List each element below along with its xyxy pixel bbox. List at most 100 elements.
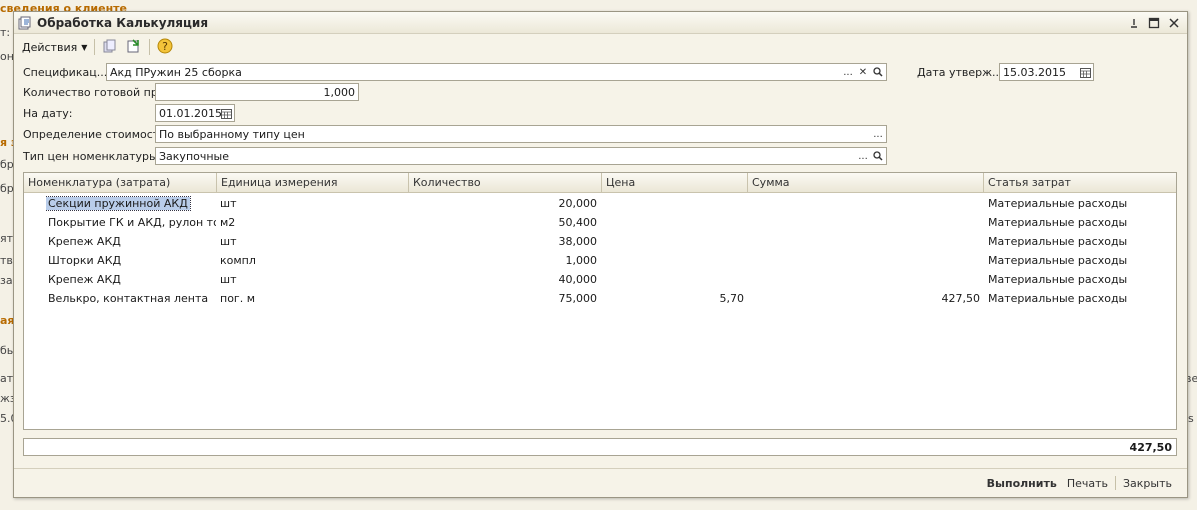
- row-unit: пог. м: [220, 289, 405, 308]
- print-button[interactable]: Печать: [1062, 477, 1113, 490]
- bg-fragment: бр: [0, 158, 14, 171]
- row-quantity: 50,400: [409, 213, 597, 232]
- quantity-field[interactable]: 1,000: [155, 83, 359, 101]
- copy-document-button[interactable]: [98, 37, 122, 57]
- row-item-name: Велькро, контактная лента: [48, 289, 216, 308]
- calendar-icon[interactable]: [1077, 64, 1093, 80]
- table-row[interactable]: Крепеж АКД шт 40,000 Материальные расход…: [24, 270, 1176, 289]
- row-unit: шт: [220, 270, 405, 289]
- row-price: [602, 194, 744, 213]
- row-quantity: 38,000: [409, 232, 597, 251]
- copy-document-icon: [102, 38, 118, 57]
- bg-fragment: ат: [0, 372, 13, 385]
- row-item-name: Шторки АКД: [48, 251, 216, 270]
- search-icon[interactable]: [870, 64, 886, 80]
- table-row[interactable]: Крепеж АКД шт 38,000 Материальные расход…: [24, 232, 1176, 251]
- toolbar: Действия ▼ ?: [18, 36, 1183, 58]
- pin-icon[interactable]: [1125, 14, 1143, 32]
- title-bar[interactable]: Обработка Калькуляция: [14, 12, 1187, 34]
- table-row[interactable]: Секции пружинной АКД шт 20,000 Материаль…: [24, 194, 1176, 213]
- specification-label: Спецификац...: [23, 66, 107, 79]
- row-item-name: Крепеж АКД: [48, 232, 216, 251]
- price-type-field[interactable]: Закупочные: [155, 147, 887, 165]
- svg-text:?: ?: [162, 40, 168, 53]
- toolbar-separator: [149, 39, 150, 55]
- bg-fragment: бь: [0, 344, 13, 357]
- cost-definition-label: Определение стоимости:: [23, 128, 170, 141]
- actions-label: Действия: [22, 41, 77, 54]
- window-title: Обработка Калькуляция: [37, 16, 208, 30]
- quantity-label: Количество готовой пр...: [23, 86, 168, 99]
- toolbar-separator: [94, 39, 95, 55]
- row-unit: м2: [220, 213, 405, 232]
- row-price: [602, 213, 744, 232]
- row-item-name[interactable]: Секции пружинной АКД: [46, 197, 190, 210]
- row-quantity: 1,000: [409, 251, 597, 270]
- close-icon[interactable]: [1165, 14, 1183, 32]
- maximize-icon[interactable]: [1145, 14, 1163, 32]
- bg-fragment: он: [0, 50, 14, 63]
- row-item-name: Крепеж АКД: [48, 270, 216, 289]
- bg-fragment-right: s: [1188, 412, 1197, 425]
- row-sum: [748, 213, 980, 232]
- row-sum: 427,50: [748, 289, 980, 308]
- clear-icon[interactable]: ✕: [855, 64, 871, 80]
- search-icon[interactable]: [870, 148, 886, 164]
- column-header-item[interactable]: Номенклатура (затрата): [24, 173, 217, 193]
- row-article: Материальные расходы: [988, 194, 1176, 213]
- column-header-sum[interactable]: Сумма: [748, 173, 984, 193]
- row-article: Материальные расходы: [988, 289, 1176, 308]
- footer-separator: [1115, 476, 1116, 490]
- row-sum: [748, 194, 980, 213]
- bg-fragment: т:: [0, 26, 10, 39]
- specification-field[interactable]: Акд ПРужин 25 сборка: [106, 63, 887, 81]
- column-header-unit[interactable]: Единица измерения: [217, 173, 409, 193]
- row-quantity: 40,000: [409, 270, 597, 289]
- execute-button[interactable]: Выполнить: [982, 477, 1062, 490]
- calculation-window: Обработка Калькуляция Действия ▼ ? Специ…: [13, 11, 1188, 498]
- row-sum: [748, 232, 980, 251]
- form-icon: [18, 16, 32, 30]
- help-button[interactable]: ?: [153, 37, 177, 57]
- ellipsis-icon[interactable]: ...: [840, 64, 856, 80]
- chevron-down-icon: ▼: [81, 43, 87, 52]
- bg-fragment: за: [0, 274, 13, 287]
- row-quantity: 75,000: [409, 289, 597, 308]
- row-price: [602, 251, 744, 270]
- row-article: Материальные расходы: [988, 213, 1176, 232]
- footer-bar: Выполнить Печать Закрыть: [14, 468, 1187, 497]
- table-header: Номенклатура (затрата) Единица измерения…: [24, 173, 1176, 193]
- approval-date-label: Дата утверж...: [917, 66, 1003, 79]
- row-sum: [748, 270, 980, 289]
- cost-definition-field[interactable]: По выбранному типу цен: [155, 125, 887, 143]
- export-button[interactable]: [122, 37, 146, 57]
- row-sum: [748, 251, 980, 270]
- column-header-quantity[interactable]: Количество: [409, 173, 602, 193]
- row-unit: компл: [220, 251, 405, 270]
- row-unit: шт: [220, 194, 405, 213]
- row-article: Материальные расходы: [988, 232, 1176, 251]
- actions-menu[interactable]: Действия ▼: [18, 37, 91, 57]
- row-unit: шт: [220, 232, 405, 251]
- export-icon: [126, 38, 142, 57]
- row-article: Материальные расходы: [988, 270, 1176, 289]
- table-row[interactable]: Велькро, контактная лента пог. м 75,000 …: [24, 289, 1176, 308]
- total-field: 427,50: [23, 438, 1177, 456]
- on-date-label: На дату:: [23, 107, 72, 120]
- items-table[interactable]: Номенклатура (затрата) Единица измерения…: [23, 172, 1177, 430]
- column-header-price[interactable]: Цена: [602, 173, 748, 193]
- row-article: Материальные расходы: [988, 251, 1176, 270]
- row-price: [602, 232, 744, 251]
- close-button[interactable]: Закрыть: [1118, 477, 1177, 490]
- bg-fragment: бр: [0, 182, 14, 195]
- ellipsis-icon[interactable]: ...: [870, 126, 886, 142]
- row-price: 5,70: [602, 289, 744, 308]
- column-header-article[interactable]: Статья затрат: [984, 173, 1178, 193]
- help-icon: ?: [157, 38, 173, 57]
- row-price: [602, 270, 744, 289]
- calendar-icon[interactable]: [218, 105, 234, 121]
- table-row[interactable]: Шторки АКД компл 1,000 Материальные расх…: [24, 251, 1176, 270]
- ellipsis-icon[interactable]: ...: [855, 148, 871, 164]
- row-item-name: Покрытие ГК и АКД, рулон то...: [48, 213, 216, 232]
- table-row[interactable]: Покрытие ГК и АКД, рулон то... м2 50,400…: [24, 213, 1176, 232]
